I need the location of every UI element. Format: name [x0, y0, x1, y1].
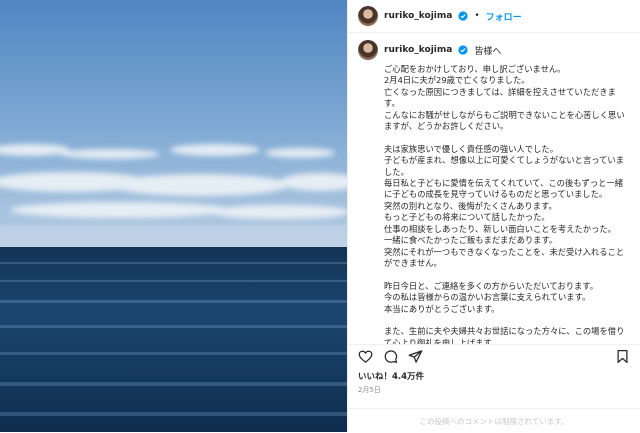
post-date[interactable]: 2月5日	[358, 385, 381, 395]
comment-icon[interactable]	[383, 349, 398, 364]
action-bar	[348, 344, 640, 367]
caption-header: ruriko_kojima 皆様へ	[358, 40, 630, 60]
verified-badge-icon	[458, 11, 468, 21]
avatar[interactable]	[358, 6, 378, 26]
bookmark-icon[interactable]	[615, 349, 630, 364]
send-icon[interactable]	[408, 349, 423, 364]
post-side-panel: ruriko_kojima • フォロー ruriko_kojima 皆様へ ご…	[347, 0, 640, 432]
likes-count[interactable]: いいね！4.4万件	[358, 370, 424, 382]
caption-username-link[interactable]: ruriko_kojima	[384, 45, 452, 55]
comments-disabled-notice: この投稿へのコメントは制限されています。	[348, 408, 640, 433]
post-header: ruriko_kojima • フォロー	[348, 0, 640, 33]
separator-dot: •	[474, 11, 480, 21]
sea-horizon-photo	[0, 0, 347, 432]
post-image[interactable]	[0, 0, 347, 432]
heart-icon[interactable]	[358, 349, 373, 364]
caption-area: ruriko_kojima 皆様へ ご心配をおかけしており、申し訳ございません。…	[348, 36, 640, 345]
caption-text: ご心配をおかけしており、申し訳ございません。 2月4日に夫が29歳で亡くなりまし…	[384, 64, 625, 345]
caption-avatar[interactable]	[358, 40, 378, 60]
follow-button[interactable]: フォロー	[486, 10, 522, 23]
verified-badge-icon	[458, 45, 468, 55]
username-link[interactable]: ruriko_kojima	[384, 11, 452, 21]
caption-title: 皆様へ	[474, 46, 502, 57]
